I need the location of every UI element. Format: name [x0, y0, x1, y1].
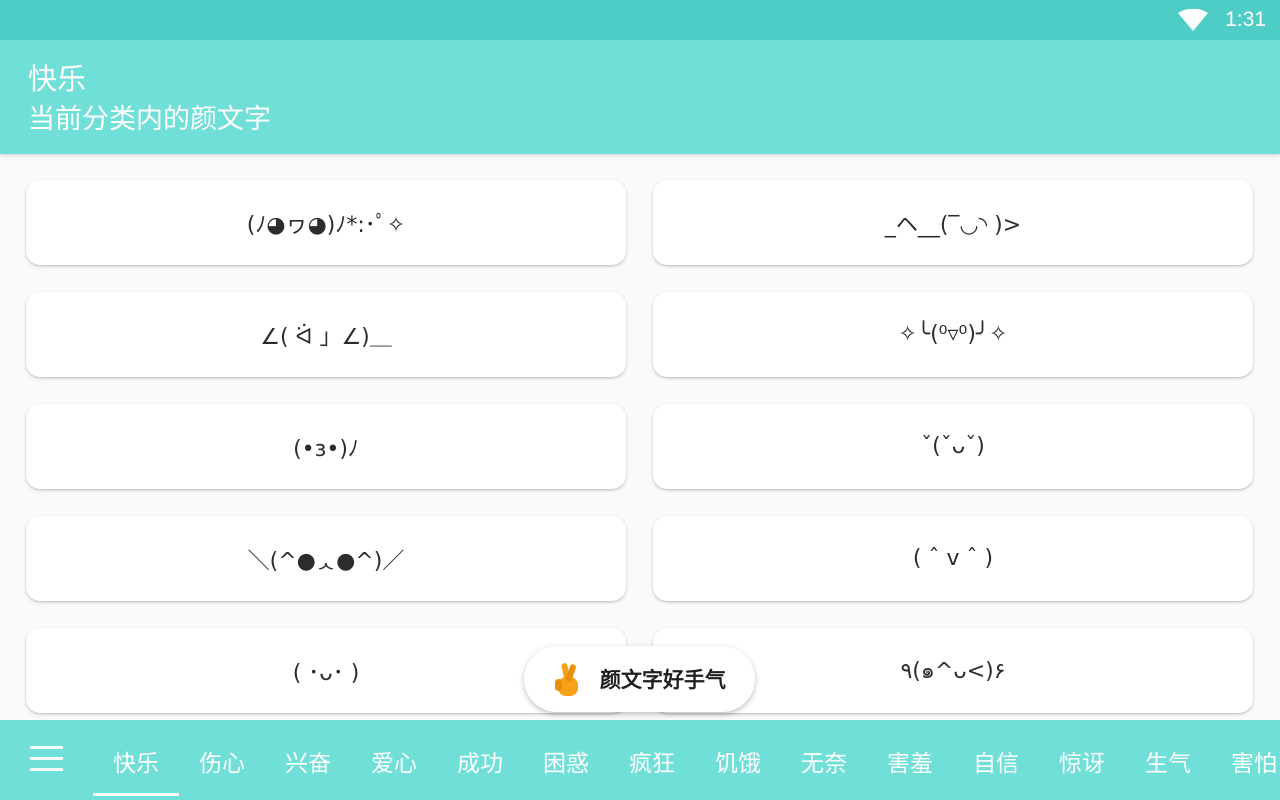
status-bar: 1:31 [0, 0, 1280, 40]
kaomoji-card[interactable]: ˇ(ˇᴗˇ) [653, 404, 1253, 489]
kaomoji-text: ٩(๑^ᴗ<)۶ [900, 659, 1006, 684]
kaomoji-text: (•ɜ•)ﾉ [293, 436, 359, 462]
bottom-nav: 快乐 伤心 兴奋 爱心 成功 困惑 疯狂 饥饿 无奈 害羞 自信 惊讶 生气 害… [0, 720, 1280, 800]
random-kaomoji-button[interactable]: 颜文字好手气 [524, 646, 755, 712]
tab-shy[interactable]: 害羞 [887, 744, 933, 778]
page-subtitle: 当前分类内的颜文字 [28, 104, 271, 135]
tab-hungry[interactable]: 饥饿 [715, 744, 761, 778]
tab-angry[interactable]: 生气 [1145, 744, 1191, 778]
status-time: 1:31 [1225, 8, 1266, 31]
tab-sad[interactable]: 伤心 [199, 744, 245, 778]
selected-tab-indicator [93, 793, 179, 796]
kaomoji-card[interactable]: _ヘ__(‾◡◝ )> [653, 180, 1253, 265]
kaomoji-card[interactable]: (ﾉ◕ヮ◕)ﾉ*:･ﾟ✧ [26, 180, 626, 265]
kaomoji-grid: (ﾉ◕ヮ◕)ﾉ*:･ﾟ✧ _ヘ__(‾◡◝ )> ∠( ᐛ 」∠)＿ ✧╰(⁰▿… [0, 154, 1280, 720]
crossed-fingers-icon [555, 663, 578, 696]
tab-confident[interactable]: 自信 [973, 744, 1019, 778]
page-title: 快乐 [28, 62, 87, 96]
kaomoji-card[interactable]: ( ˆ v ˆ ) [653, 516, 1253, 601]
wifi-icon [1178, 9, 1208, 31]
tab-confused[interactable]: 困惑 [543, 744, 589, 778]
kaomoji-text: ( ˆ v ˆ ) [912, 546, 994, 571]
random-kaomoji-label: 颜文字好手气 [600, 668, 726, 692]
kaomoji-card[interactable]: (•ɜ•)ﾉ [26, 404, 626, 489]
kaomoji-text: ( ･ᴗ･ ) [292, 660, 360, 686]
tab-excited[interactable]: 兴奋 [285, 744, 331, 778]
app-bar: 快乐 当前分类内的颜文字 [0, 40, 1280, 154]
kaomoji-text: _ヘ__(‾◡◝ )> [884, 212, 1022, 238]
kaomoji-text: ˇ(ˇᴗˇ) [921, 434, 985, 459]
kaomoji-card[interactable]: ∠( ᐛ 」∠)＿ [26, 292, 626, 377]
kaomoji-text: ＼(^●ᆺ●^)／ [247, 548, 405, 574]
kaomoji-card[interactable]: ＼(^●ᆺ●^)／ [26, 516, 626, 601]
tab-crazy[interactable]: 疯狂 [629, 744, 675, 778]
tab-helpless[interactable]: 无奈 [801, 744, 847, 778]
tab-scared[interactable]: 害怕 [1231, 744, 1277, 778]
tab-success[interactable]: 成功 [457, 744, 503, 778]
menu-icon[interactable] [30, 746, 63, 772]
kaomoji-text: (ﾉ◕ヮ◕)ﾉ*:･ﾟ✧ [246, 212, 406, 238]
tab-surprised[interactable]: 惊讶 [1059, 744, 1105, 778]
tab-love[interactable]: 爱心 [371, 744, 417, 778]
kaomoji-text: ∠( ᐛ 」∠)＿ [260, 324, 392, 350]
tab-happy[interactable]: 快乐 [113, 744, 159, 778]
kaomoji-card[interactable]: ✧╰(⁰▿⁰)╯✧ [653, 292, 1253, 377]
kaomoji-text: ✧╰(⁰▿⁰)╯✧ [898, 322, 1008, 347]
